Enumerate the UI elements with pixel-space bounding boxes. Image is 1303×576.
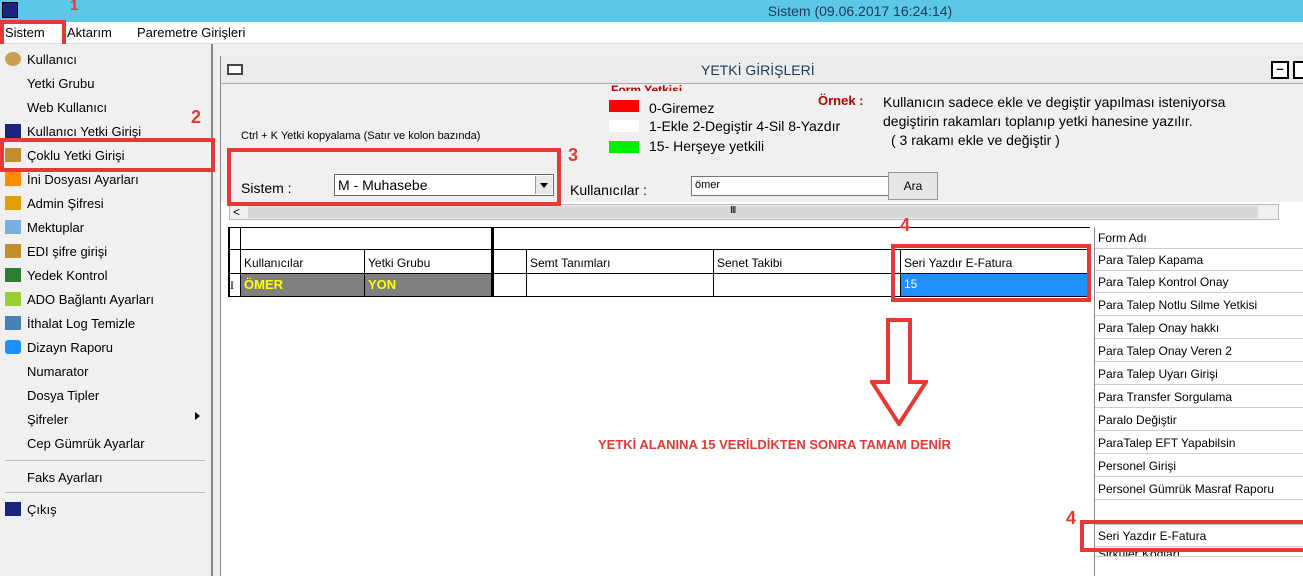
form-list-item[interactable]: ParaTalep EFT Yapabilsin: [1095, 432, 1303, 454]
legend-ekle-degistir: 1-Ekle 2-Degiştir 4-Sil 8-Yazdır: [649, 118, 841, 134]
instruction-text: YETKİ ALANINA 15 VERİLDİKTEN SONRA TAMAM…: [598, 437, 951, 452]
column-header-semt-tanimlari[interactable]: Semt Tanımları: [530, 256, 610, 270]
scrollbar-thumb[interactable]: [248, 206, 1258, 218]
title-bar: Sistem (09.06.2017 16:24:14): [0, 0, 1303, 22]
minimize-button[interactable]: –: [1271, 61, 1289, 79]
row-indicator: I: [230, 278, 234, 292]
form-list-item[interactable]: Para Talep Kontrol Onay: [1095, 271, 1303, 293]
menu-parametre-girisleri[interactable]: Paremetre Girişleri: [137, 25, 245, 40]
ornek-label: Örnek :: [818, 93, 864, 108]
backup-icon: [5, 268, 21, 282]
window-title: Sistem (09.06.2017 16:24:14): [767, 3, 953, 19]
kullanicilar-input[interactable]: ömer: [691, 176, 899, 196]
menu-item-ini-dosyasi-ayarlari[interactable]: İni Dosyası Ayarları: [27, 172, 139, 187]
edi-key-icon: [5, 244, 21, 258]
design-report-icon: [5, 340, 21, 354]
menu-separator: [5, 492, 205, 493]
column-header-senet-takibi[interactable]: Senet Takibi: [717, 256, 782, 270]
menu-item-numarator[interactable]: Numarator: [27, 364, 88, 379]
horizontal-scrollbar[interactable]: < III: [229, 204, 1279, 220]
user-permission-icon: [5, 124, 21, 138]
sistem-dropdown-menu: Kullanıcı Yetki Grubu Web Kullanıcı Kull…: [0, 44, 213, 576]
menu-item-dizayn-raporu[interactable]: Dizayn Raporu: [27, 340, 113, 355]
menu-separator: [5, 460, 205, 461]
menu-item-mektuplar[interactable]: Mektuplar: [27, 220, 84, 235]
user-icon: [5, 52, 21, 66]
menu-item-ado-baglanti-ayarlari[interactable]: ADO Bağlantı Ayarları: [27, 292, 154, 307]
down-arrow-annotation: [870, 318, 928, 426]
exit-icon: [5, 502, 21, 516]
kullanicilar-label: Kullanıcılar :: [570, 182, 648, 198]
menu-item-yedek-kontrol[interactable]: Yedek Kontrol: [27, 268, 107, 283]
menu-item-ithalat-log-temizle[interactable]: İthalat Log Temizle: [27, 316, 135, 331]
menu-item-dosya-tipler[interactable]: Dosya Tipler: [27, 388, 99, 403]
menu-item-faks-ayarlari[interactable]: Faks Ayarları: [27, 470, 103, 485]
menu-item-kullanici[interactable]: Kullanıcı: [27, 52, 77, 67]
form-list-item[interactable]: Para Talep Kapama: [1095, 249, 1303, 271]
form-list-header: Form Adı: [1095, 227, 1303, 249]
ctrl-k-hint: Ctrl + K Yetki kopyalama (Satır ve kolon…: [241, 130, 481, 142]
cell-kullanici[interactable]: ÖMER: [241, 274, 364, 296]
column-header-yetki-grubu[interactable]: Yetki Grubu: [368, 256, 430, 270]
form-list-item[interactable]: Personel Gümrük Masraf Raporu: [1095, 478, 1303, 500]
annotation-box-2: [0, 138, 215, 172]
form-list-item[interactable]: Personel Girişi: [1095, 455, 1303, 477]
cell-semt-tanimlari[interactable]: [527, 274, 713, 296]
form-list-item[interactable]: Paralo Değiştir: [1095, 409, 1303, 431]
menu-item-cikis[interactable]: Çıkış: [27, 502, 57, 517]
legend-herseye-yetkili: 15- Herşeye yetkili: [649, 138, 765, 154]
explanation-line-3: ( 3 rakamı ekle ve değiştir ): [891, 132, 1060, 148]
menu-item-sifreler[interactable]: Şifreler: [27, 412, 68, 427]
legend-swatch-red: [609, 100, 639, 112]
app-icon[interactable]: [2, 2, 18, 18]
panel-title-bar: YETKİ GİRİŞLERİ –: [221, 56, 1303, 84]
ara-button[interactable]: Ara: [888, 172, 938, 200]
menu-aktarim[interactable]: Aktarım: [67, 25, 112, 40]
panel-title: YETKİ GİRİŞLERİ: [701, 62, 815, 78]
column-header-kullanicilar[interactable]: Kullanıcılar: [244, 256, 303, 270]
annotation-box-4b: [1080, 520, 1303, 552]
legend-giremez: 0-Giremez: [649, 100, 715, 116]
cell-yetki-grubu[interactable]: YON: [365, 274, 491, 296]
form-list-item[interactable]: Para Talep Onay Veren 2: [1095, 340, 1303, 362]
menu-item-kullanici-yetki-girisi[interactable]: Kullanıcı Yetki Girişi: [27, 124, 141, 139]
annotation-number-2: 2: [191, 107, 202, 127]
explanation-line-1: Kullanıcın sadece ekle ve degiştir yapıl…: [883, 94, 1226, 110]
form-list-item[interactable]: Para Transfer Sorgulama: [1095, 386, 1303, 408]
ini-file-icon: [5, 172, 21, 186]
annotation-box-4a: [891, 244, 1091, 302]
menu-item-web-kullanici[interactable]: Web Kullanıcı: [27, 100, 107, 115]
annotation-number-1: 1: [70, 0, 79, 14]
cell-senet-takibi[interactable]: [714, 274, 900, 296]
legend-swatch-green: [609, 141, 639, 153]
window-icon: [227, 64, 243, 75]
legend-swatch-white: [609, 120, 639, 132]
submenu-arrow-icon: [195, 412, 200, 420]
form-yetkisi-heading: Form Yetkisi: [611, 83, 683, 91]
annotation-box-3: [227, 148, 561, 206]
scroll-left-icon[interactable]: <: [233, 205, 240, 219]
form-list-item[interactable]: Para Talep Uyarı Girişi: [1095, 363, 1303, 385]
form-list-item[interactable]: Para Talep Notlu Silme Yetkisi: [1095, 294, 1303, 316]
form-list-item[interactable]: Para Talep Onay hakkı: [1095, 317, 1303, 339]
connection-icon: [5, 292, 21, 306]
log-clean-icon: [5, 316, 21, 330]
admin-key-icon: [5, 196, 21, 210]
menu-item-edi-sifre-girisi[interactable]: EDI şifre girişi: [27, 244, 107, 259]
scrollbar-grip: III: [730, 205, 736, 216]
menu-item-yetki-grubu[interactable]: Yetki Grubu: [27, 76, 94, 91]
annotation-number-4b: 4: [1066, 508, 1077, 528]
letter-arrow-icon: [5, 220, 21, 234]
menu-item-admin-sifresi[interactable]: Admin Şifresi: [27, 196, 104, 211]
explanation-line-2: degiştirin rakamları toplanıp yetki hane…: [883, 113, 1193, 129]
menu-bar: Sistem Aktarım Paremetre Girişleri: [0, 22, 1303, 44]
maximize-button[interactable]: [1293, 61, 1303, 79]
menu-item-cep-gumruk-ayarlar[interactable]: Cep Gümrük Ayarlar: [27, 436, 145, 451]
annotation-number-4a: 4: [900, 215, 911, 235]
annotation-number-3: 3: [568, 145, 579, 165]
